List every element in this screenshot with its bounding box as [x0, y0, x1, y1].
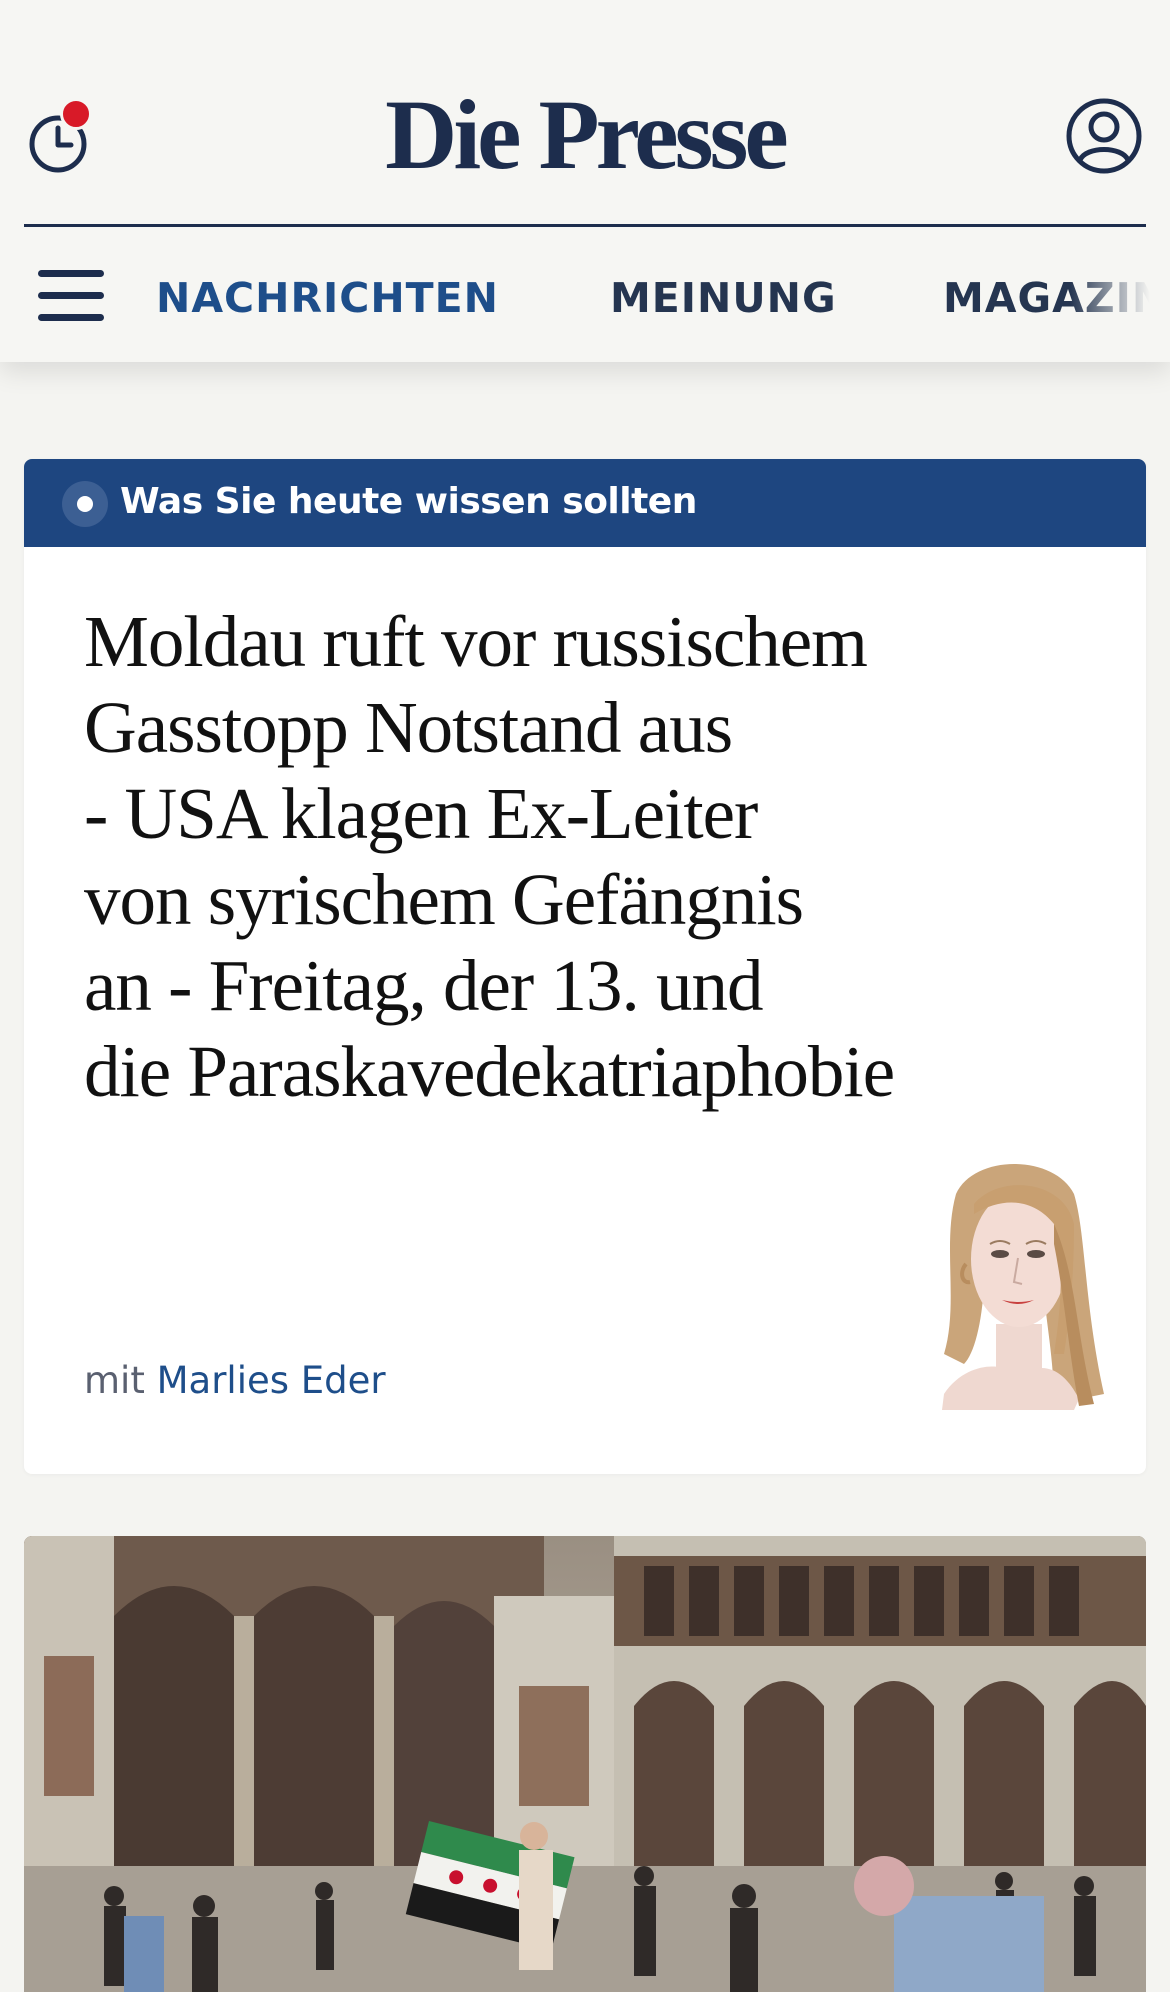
headline-line: Gasstopp Notstand aus: [84, 687, 733, 768]
card-byline: mit Marlies Eder: [84, 1359, 386, 1402]
site-logo[interactable]: Die Presse: [0, 80, 1170, 190]
card-headline[interactable]: Moldau ruft vor russischem Gasstopp Nots…: [84, 599, 1044, 1115]
nav-scroll-fade: [1070, 256, 1170, 336]
headline-line: - USA klagen Ex-Leiter: [84, 773, 758, 854]
hamburger-menu-icon: [38, 270, 104, 321]
headline-line: an - Freitag, der 13. und: [84, 945, 763, 1026]
header-divider: [24, 224, 1146, 227]
headline-line: die Paraskavedekatriaphobie: [84, 1031, 895, 1112]
author-link[interactable]: Marlies Eder: [157, 1359, 386, 1402]
nav-item-nachrichten[interactable]: NACHRICHTEN: [156, 274, 499, 322]
card-banner: Was Sie heute wissen sollten: [24, 459, 1146, 547]
site-header: Die Presse NACHRICHTEN MEINUNG MAGAZIN: [0, 0, 1170, 362]
byline-prefix: mit: [84, 1359, 145, 1402]
main-navigation: NACHRICHTEN MEINUNG MAGAZIN: [0, 256, 1170, 336]
account-button[interactable]: [1064, 96, 1144, 176]
author-portrait: [904, 1154, 1124, 1414]
headline-line: von syrischem Gefängnis: [84, 859, 804, 940]
menu-button[interactable]: [38, 268, 106, 324]
user-account-icon: [1066, 98, 1142, 174]
nav-item-meinung[interactable]: MEINUNG: [610, 274, 837, 322]
headline-line: Moldau ruft vor russischem: [84, 601, 868, 682]
article-photo[interactable]: [24, 1536, 1146, 1992]
live-dot-icon: [62, 481, 108, 527]
daily-briefing-card[interactable]: Was Sie heute wissen sollten Moldau ruft…: [24, 459, 1146, 1474]
card-banner-label: Was Sie heute wissen sollten: [120, 481, 697, 522]
